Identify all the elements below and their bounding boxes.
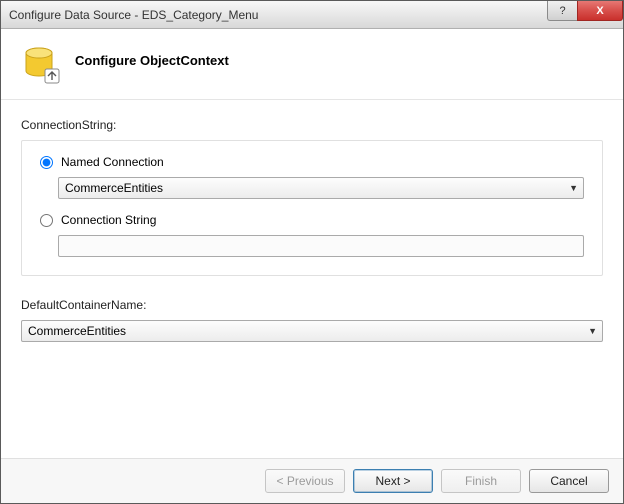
dialog-window: Configure Data Source - EDS_Category_Men… [0, 0, 624, 504]
named-connection-radio-row: Named Connection [40, 155, 584, 169]
wizard-header: Configure ObjectContext [1, 29, 623, 100]
database-icon [21, 45, 61, 85]
connection-string-label: Connection String [61, 213, 156, 227]
title-bar[interactable]: Configure Data Source - EDS_Category_Men… [1, 1, 623, 29]
named-connection-radio[interactable] [40, 156, 53, 169]
close-button[interactable]: X [577, 1, 623, 21]
finish-button[interactable]: Finish [441, 469, 521, 493]
cancel-button[interactable]: Cancel [529, 469, 609, 493]
previous-button[interactable]: < Previous [265, 469, 345, 493]
connection-string-input-wrap [58, 235, 584, 257]
window-title: Configure Data Source - EDS_Category_Men… [9, 8, 258, 22]
defaultcontainer-select[interactable]: CommerceEntities [21, 320, 603, 342]
page-title: Configure ObjectContext [75, 45, 229, 68]
connection-string-input[interactable] [58, 235, 584, 257]
connection-string-radio-row: Connection String [40, 213, 584, 227]
named-connection-select[interactable]: CommerceEntities [58, 177, 584, 199]
next-button[interactable]: Next > [353, 469, 433, 493]
defaultcontainer-select-wrap: CommerceEntities ▼ [21, 320, 603, 342]
close-icon: X [596, 5, 603, 17]
defaultcontainer-label: DefaultContainerName: [21, 298, 603, 312]
help-button[interactable]: ? [547, 1, 577, 21]
connection-string-radio[interactable] [40, 214, 53, 227]
connectionstring-group: Named Connection CommerceEntities ▼ Conn… [21, 140, 603, 276]
titlebar-buttons: ? X [547, 1, 623, 21]
named-connection-select-wrap: CommerceEntities ▼ [58, 177, 584, 199]
named-connection-label: Named Connection [61, 155, 164, 169]
help-icon: ? [559, 5, 565, 17]
wizard-content: ConnectionString: Named Connection Comme… [1, 100, 623, 458]
connectionstring-label: ConnectionString: [21, 118, 603, 132]
wizard-footer: < Previous Next > Finish Cancel [1, 458, 623, 503]
